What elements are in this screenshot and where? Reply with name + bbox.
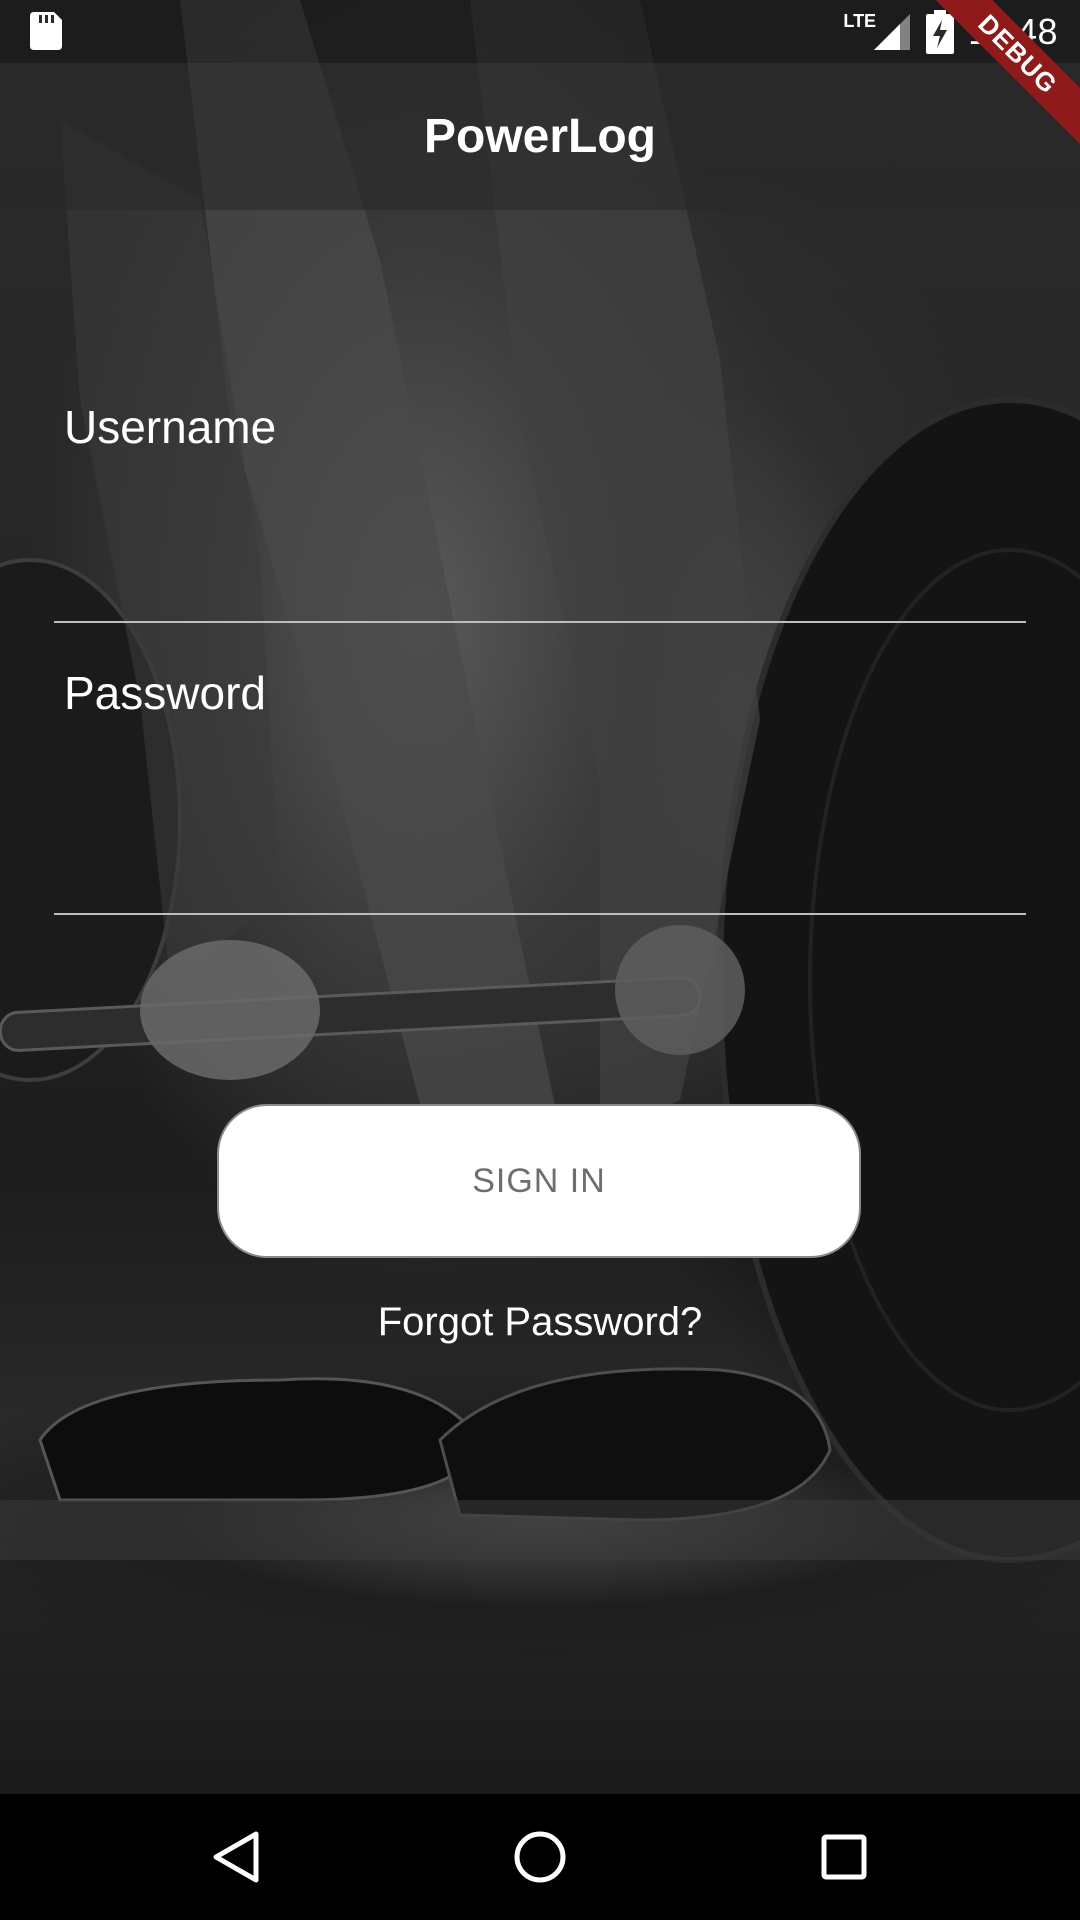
app-bar: PowerLog [0, 63, 1080, 210]
login-screen: LTE 11:48 PowerLog DEBUG Username Passwo… [0, 0, 1080, 1920]
status-time: 11:48 [968, 10, 1058, 52]
background-photo [0, 0, 1080, 1794]
password-underline [54, 913, 1026, 915]
password-label: Password [64, 667, 266, 719]
battery-charging-icon [926, 9, 955, 54]
signal-icon [874, 13, 911, 50]
sd-card-icon [30, 12, 62, 50]
back-icon [213, 1831, 259, 1883]
username-input[interactable] [54, 530, 1030, 602]
recents-button[interactable] [774, 1794, 914, 1920]
recents-icon [821, 1834, 867, 1880]
sign-in-label: SIGN IN [472, 1161, 606, 1200]
background-illustration [0, 0, 1080, 1563]
network-type-label: LTE [843, 11, 877, 31]
status-bar: LTE 11:48 [0, 0, 1080, 63]
username-label: Username [64, 401, 277, 453]
app-title: PowerLog [423, 110, 656, 163]
username-underline [54, 621, 1026, 623]
sign-in-button[interactable]: SIGN IN [217, 1104, 861, 1258]
home-button[interactable] [470, 1794, 610, 1920]
home-icon [514, 1831, 566, 1883]
password-input[interactable] [54, 816, 1030, 888]
forgot-password-link[interactable]: Forgot Password? [0, 1300, 1080, 1345]
back-button[interactable] [166, 1794, 306, 1920]
navigation-bar [0, 1794, 1080, 1920]
